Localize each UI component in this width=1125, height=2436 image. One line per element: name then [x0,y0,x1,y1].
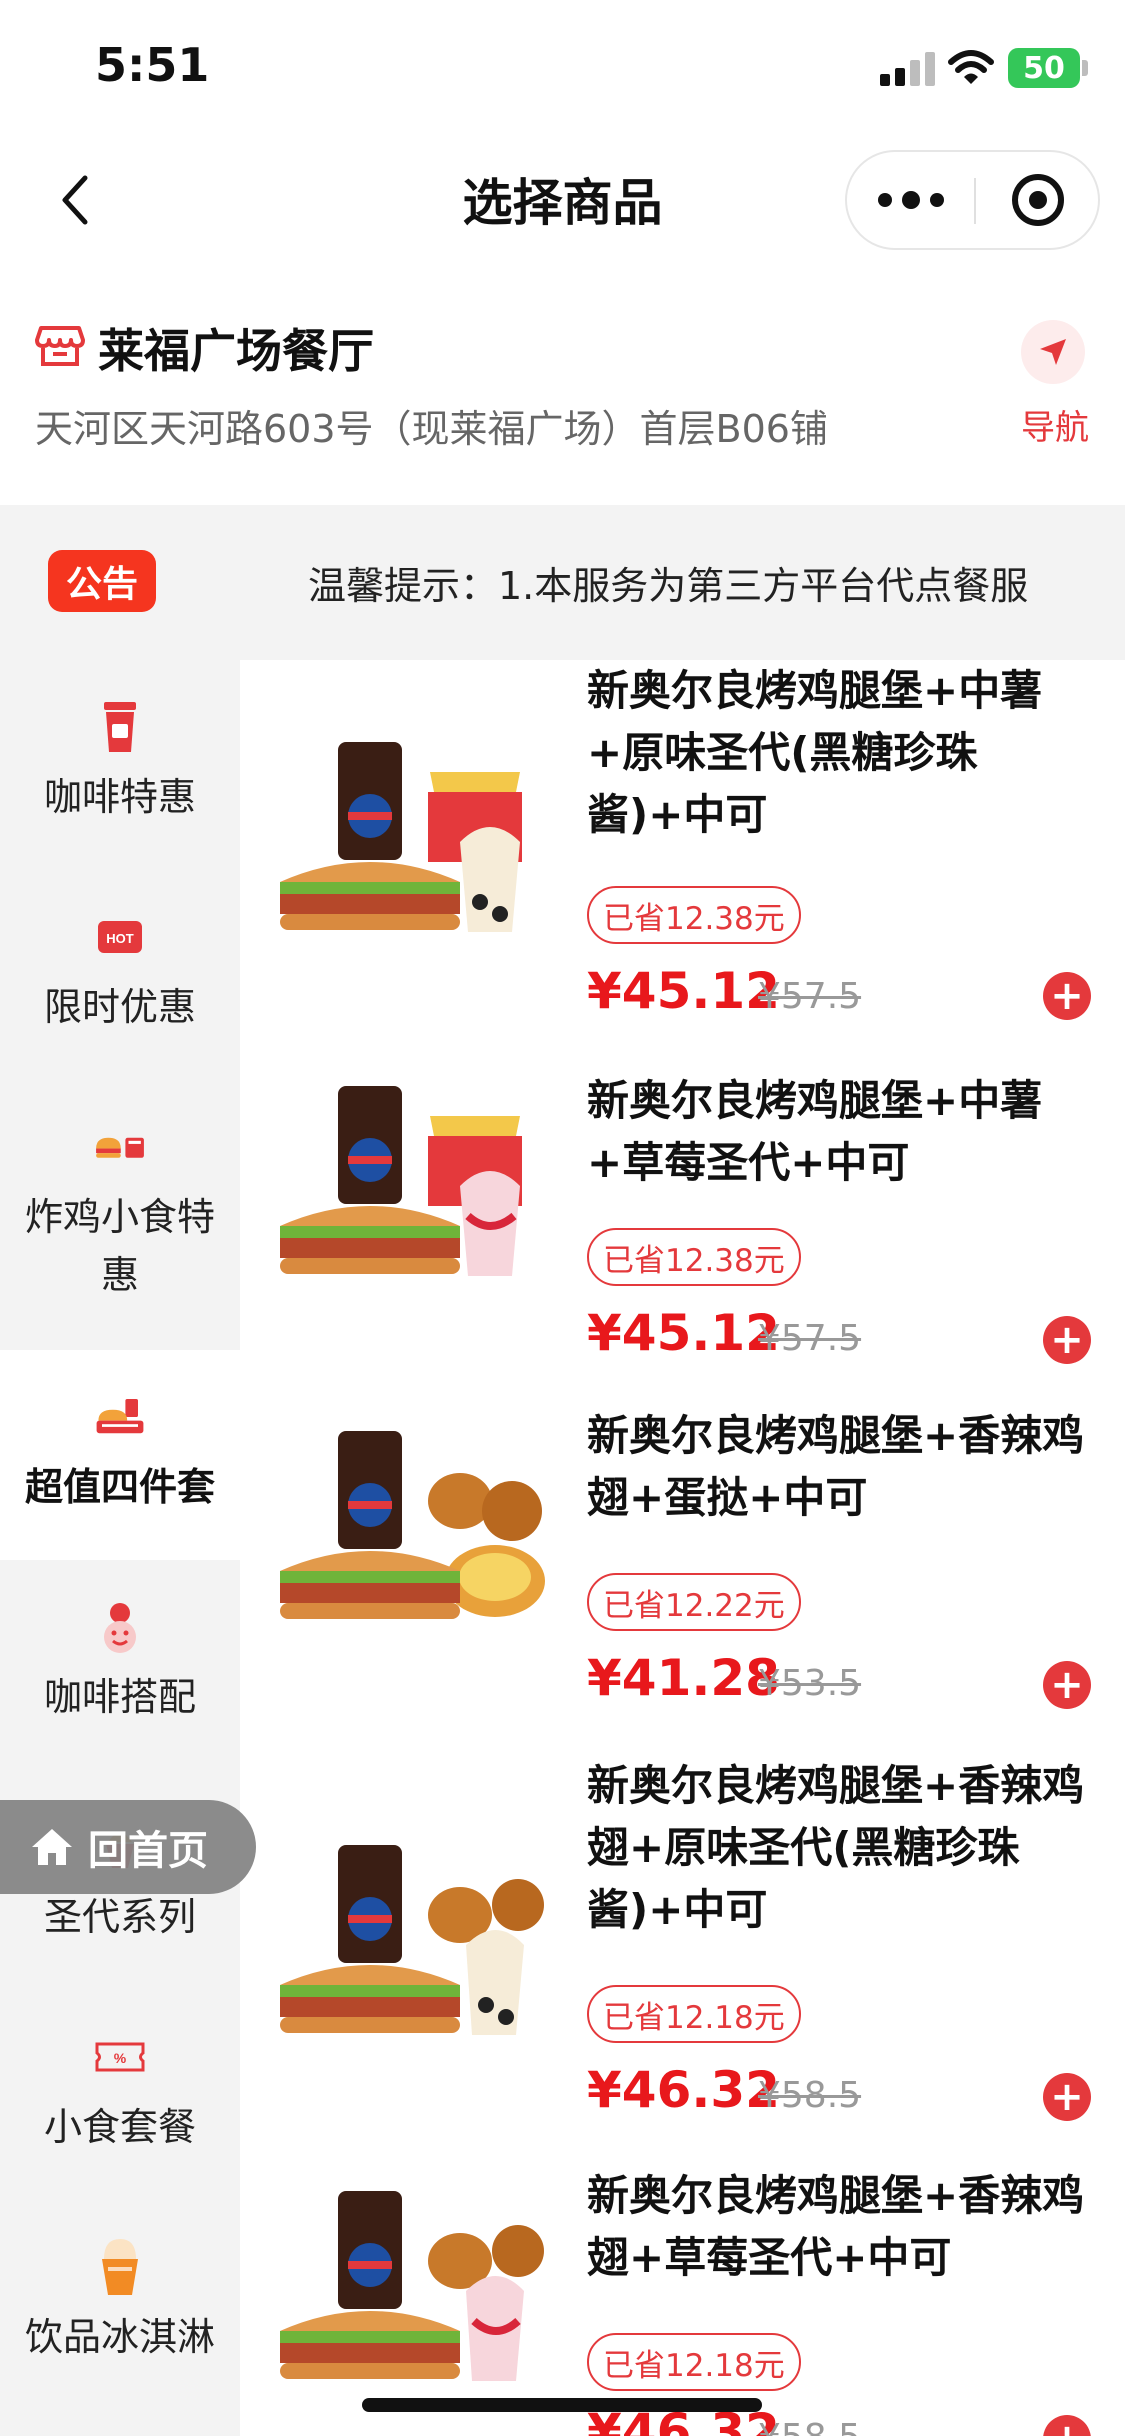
burger-combo-icon [93,1120,147,1174]
coffee-cup-icon [93,700,147,754]
svg-text:HOT: HOT [106,931,134,946]
nav-header: 选择商品 [0,135,1125,265]
savings-badge: 已省12.38元 [587,1228,801,1286]
category-value-four-piece[interactable]: 超值四件套 [0,1350,240,1560]
savings-badge: 已省12.38元 [587,886,801,944]
savings-badge: 已省12.18元 [587,2333,801,2391]
product-price: ¥41.28 [587,1649,780,1707]
store-address: 天河区天河路603号（现莱福广场）首层B06铺 [35,407,828,451]
category-label: 咖啡特惠 [43,775,196,819]
food-box-icon [93,1390,147,1444]
product-image [280,2181,550,2401]
category-snack-combo[interactable]: % 小食套餐 [0,1990,240,2200]
category-fried-chicken-snacks[interactable]: 炸鸡小食特惠 [0,1080,240,1320]
original-price: ¥58.5 [758,2417,861,2436]
notice-text: 温馨提示：1.本服务为第三方平台代点餐服 [308,564,1029,608]
category-label: 超值四件套 [24,1465,215,1509]
home-button-label: 回首页 [88,1828,208,1874]
target-dot [1028,191,1047,209]
product-price: ¥45.12 [587,1304,780,1362]
battery-tip [1082,60,1088,76]
notice-badge: 公告 [48,550,156,612]
category-label: 饮品冰淇淋 [24,2315,215,2359]
back-to-home-button[interactable]: 回首页 [0,1800,256,1894]
svg-text:%: % [114,2050,127,2066]
product-price: ¥45.12 [587,962,780,1020]
savings-badge: 已省12.18元 [587,1985,801,2043]
more-dots-icon [901,191,920,209]
close-mini-program-button[interactable] [975,152,1100,248]
category-drinks-ice-cream[interactable]: 饮品冰淇淋 [0,2200,240,2410]
coupon-icon: % [93,2030,147,2084]
category-label: 咖啡搭配 [43,1675,196,1719]
plus-icon: + [1050,2074,1084,2120]
plus-icon: + [1050,973,1084,1019]
product-list: 新奥尔良烤鸡腿堡+中薯+原味圣代(黑糖珍珠酱)+中可 已省12.38元 ¥45.… [240,660,1125,2436]
coffee-mascot-icon [93,1600,147,1654]
store-name: 莱福广场餐厅 [98,324,374,378]
navigation-icon [1021,320,1085,384]
status-time: 5:51 [95,38,210,92]
original-price: ¥53.5 [758,1663,862,1704]
product-image [280,1076,550,1296]
category-sidebar: 咖啡特惠 HOT 限时优惠 炸鸡小食特惠 超值四件套 咖啡搭配 圣代系列 % 小 [0,660,240,2436]
add-to-cart-button[interactable]: + [1043,2073,1091,2121]
product-image [280,1835,550,2055]
home-icon [32,1829,72,1865]
product-name: 新奥尔良烤鸡腿堡+香辣鸡翅+蛋挞+中可 [587,1411,1085,1522]
plus-icon: + [1050,1662,1084,1708]
store-info: 莱福广场餐厅 天河区天河路603号（现莱福广场）首层B06铺 导航 [0,290,1125,505]
product-image [280,732,550,952]
category-coffee-pairing[interactable]: 咖啡搭配 [0,1560,240,1770]
wifi-icon [948,48,994,88]
target-icon [1011,174,1064,226]
product-name: 新奥尔良烤鸡腿堡+香辣鸡翅+原味圣代(黑糖珍珠酱)+中可 [587,1761,1085,1934]
more-button[interactable] [847,152,974,248]
more-dots-icon [929,193,944,207]
plus-icon: + [1050,1317,1084,1363]
add-to-cart-button[interactable]: + [1043,1316,1091,1364]
mini-program-capsule [845,150,1100,250]
product-name: 新奥尔良烤鸡腿堡+香辣鸡翅+草莓圣代+中可 [587,2171,1085,2282]
category-label: 圣代系列 [43,1895,196,1939]
product-image [280,1421,550,1641]
notice-bar[interactable]: 公告 温馨提示：1.本服务为第三方平台代点餐服 [0,505,1125,660]
original-price: ¥58.5 [758,2075,862,2116]
category-coffee-deals[interactable]: 咖啡特惠 [0,660,240,870]
store-icon [35,320,85,370]
add-to-cart-button[interactable]: + [1043,972,1091,1020]
home-indicator [362,2398,762,2412]
add-to-cart-button[interactable]: + [1043,2415,1091,2436]
original-price: ¥57.5 [758,976,862,1017]
navigate-label: 导航 [1021,408,1089,448]
ice-cream-icon [93,2239,147,2295]
product-name: 新奥尔良烤鸡腿堡+中薯+草莓圣代+中可 [587,1076,1043,1187]
product-price: ¥46.32 [587,2061,780,2119]
product-name: 新奥尔良烤鸡腿堡+中薯+原味圣代(黑糖珍珠酱)+中可 [587,666,1043,839]
savings-badge: 已省12.22元 [587,1573,801,1631]
category-label: 限时优惠 [43,985,196,1029]
battery-level: 50 [1023,50,1065,86]
cellular-signal-icon [880,52,936,86]
plus-icon: + [1050,2419,1084,2436]
add-to-cart-button[interactable]: + [1043,1661,1091,1709]
status-bar: 5:51 50 [0,0,1125,135]
battery-icon: 50 [1008,48,1080,88]
hot-icon: HOT [93,910,147,964]
category-label: 小食套餐 [43,2105,196,2149]
more-dots-icon [877,193,892,207]
navigate-button[interactable]: 导航 [1015,320,1095,470]
category-limited-offer[interactable]: HOT 限时优惠 [0,870,240,1080]
original-price: ¥57.5 [758,1318,862,1359]
category-label: 炸鸡小食特惠 [24,1195,215,1297]
